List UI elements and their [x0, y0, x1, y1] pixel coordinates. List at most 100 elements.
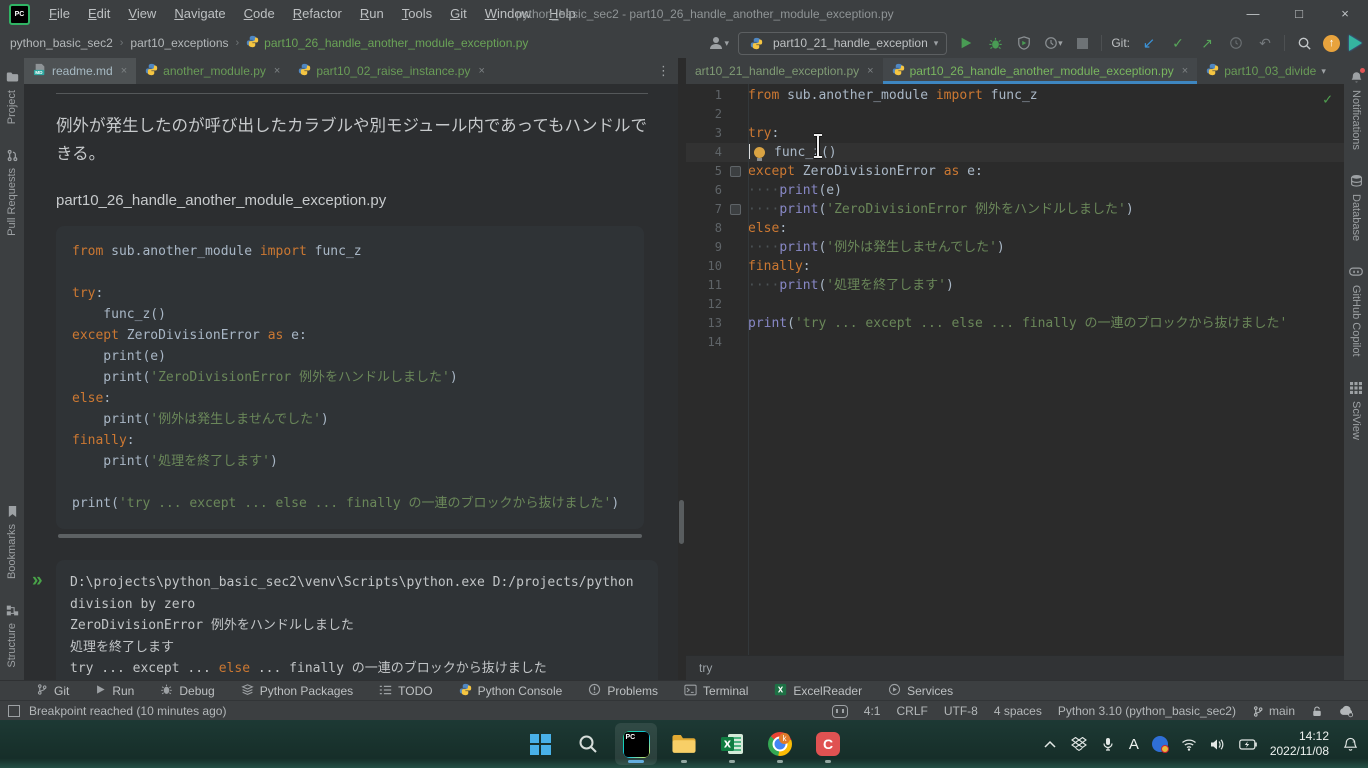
fold-marker-icon[interactable]	[730, 166, 741, 177]
tab-options-icon[interactable]: ⋮	[649, 58, 678, 84]
tray-chevron-icon[interactable]	[1042, 740, 1058, 748]
breadcrumb-item[interactable]: python_basic_sec2	[10, 36, 113, 50]
tool-strip-item-github-copilot[interactable]: GitHub Copilot	[1349, 265, 1363, 357]
tool-strip-item-bookmarks[interactable]: Bookmarks	[5, 504, 19, 579]
tab-close-icon[interactable]: ×	[274, 65, 280, 77]
editor-line[interactable]: 11····print('処理を終了します')	[686, 276, 1344, 295]
markdown-preview[interactable]: 例外が発生したのが呼び出したカラブルや別モジュール内であってもハンドルできる。 …	[24, 84, 678, 680]
menu-tools[interactable]: Tools	[393, 0, 441, 28]
dropbox-icon[interactable]	[1071, 737, 1087, 751]
toolwindow-excelreader[interactable]: ExcelReader	[774, 683, 862, 699]
tab-part10-26-handle-another-module-exception-py[interactable]: part10_26_handle_another_module_exceptio…	[883, 58, 1198, 84]
interpreter-widget[interactable]: Python 3.10 (python_basic_sec2)	[1058, 704, 1236, 718]
editor-line[interactable]: 9····print('例外は発生しませんでした')	[686, 238, 1344, 257]
tool-strip-item-sciview[interactable]: SciView	[1349, 381, 1363, 440]
toolwindow-python-packages[interactable]: Python Packages	[241, 683, 353, 699]
toolwindow-debug[interactable]: Debug	[160, 683, 214, 699]
editor-breadcrumb-item[interactable]: try	[699, 661, 712, 675]
close-button[interactable]: ×	[1322, 0, 1368, 28]
volume-icon[interactable]	[1210, 738, 1226, 751]
editor-line[interactable]: 8else:	[686, 219, 1344, 238]
blue-app-icon[interactable]	[1152, 736, 1168, 752]
taskbar-search-icon[interactable]	[567, 723, 609, 765]
indent-widget[interactable]: 4 spaces	[994, 704, 1042, 718]
ide-update-badge[interactable]: ↑	[1323, 35, 1340, 52]
editor-line[interactable]: 10finally:	[686, 257, 1344, 276]
menu-navigate[interactable]: Navigate	[165, 0, 234, 28]
code-editor[interactable]: 1from sub.another_module import func_z2 …	[686, 84, 1344, 656]
tool-strip-item-pull-requests[interactable]: Pull Requests	[5, 148, 19, 236]
tool-strip-item-database[interactable]: Database	[1349, 174, 1363, 241]
menu-git[interactable]: Git	[441, 0, 476, 28]
preview-vscrollbar[interactable]	[679, 500, 684, 544]
menu-refactor[interactable]: Refactor	[284, 0, 351, 28]
editor-line[interactable]: 14	[686, 333, 1344, 352]
tab-close-icon[interactable]: ×	[867, 65, 873, 77]
taskbar-excel-icon[interactable]	[711, 723, 753, 765]
taskbar-start-icon[interactable]	[519, 723, 561, 765]
menu-run[interactable]: Run	[351, 0, 393, 28]
tab-part10-02-raise-instance-py[interactable]: part10_02_raise_instance.py×	[289, 58, 494, 84]
breadcrumb-item[interactable]: part10_26_handle_another_module_exceptio…	[246, 35, 528, 51]
commit-button[interactable]: ✓	[1168, 32, 1188, 54]
code-with-me-button[interactable]	[1349, 35, 1362, 51]
toolwindow-run[interactable]: Run	[95, 684, 134, 698]
inspection-ok-icon[interactable]: ✓	[1323, 90, 1332, 108]
run-button[interactable]	[956, 32, 976, 54]
taskbar-explorer-icon[interactable]	[663, 723, 705, 765]
editor-line[interactable]: 1from sub.another_module import func_z	[686, 86, 1344, 105]
menu-view[interactable]: View	[119, 0, 165, 28]
editor-line[interactable]: 4func_z()	[686, 143, 1344, 162]
battery-icon[interactable]	[1239, 739, 1257, 750]
tool-strip-item-project[interactable]: Project	[5, 70, 19, 124]
toolwindow-todo[interactable]: TODO	[379, 684, 432, 699]
tab-close-icon[interactable]: ×	[121, 65, 127, 77]
copilot-status-icon[interactable]	[832, 705, 848, 718]
breadcrumb-item[interactable]: part10_exceptions	[130, 36, 228, 50]
taskbar-chrome-icon[interactable]: k	[759, 723, 801, 765]
pane-splitter[interactable]	[678, 58, 686, 680]
taskbar-camtasia-icon[interactable]: C	[807, 723, 849, 765]
tab-options-icon[interactable]: ⋮	[1335, 58, 1344, 84]
rollback-button[interactable]: ↶	[1255, 32, 1275, 54]
tab-art10-21-handle-exception-py[interactable]: art10_21_handle_exception.py×	[686, 58, 883, 84]
pycharm-logo-icon[interactable]: PC	[9, 4, 30, 25]
git-branch-widget[interactable]: main	[1252, 704, 1295, 718]
history-button[interactable]	[1226, 32, 1246, 54]
tool-strip-item-notifications[interactable]: Notifications	[1349, 70, 1363, 150]
tab-close-icon[interactable]: ×	[1182, 65, 1188, 77]
line-ending-widget[interactable]: CRLF	[896, 704, 927, 718]
encoding-widget[interactable]: UTF-8	[944, 704, 978, 718]
push-button[interactable]: ↗	[1197, 32, 1217, 54]
menu-code[interactable]: Code	[235, 0, 284, 28]
editor-line[interactable]: 6····print(e)	[686, 181, 1344, 200]
editor-line[interactable]: 7····print('ZeroDivisionError 例外をハンドルしまし…	[686, 200, 1344, 219]
clock[interactable]: 14:12 2022/11/08	[1270, 729, 1329, 759]
stop-button[interactable]	[1072, 32, 1092, 54]
taskbar-pycharm-icon[interactable]: PC	[615, 723, 657, 765]
code-block-hscrollbar[interactable]	[58, 534, 642, 538]
caret-position-widget[interactable]: 4:1	[864, 704, 881, 718]
menu-file[interactable]: File	[40, 0, 79, 28]
ime-indicator[interactable]: A	[1129, 736, 1139, 753]
minimize-button[interactable]: —	[1230, 0, 1276, 28]
update-project-button[interactable]: ↙	[1139, 32, 1159, 54]
notifications-gear-icon[interactable]	[1339, 705, 1354, 718]
search-everywhere-button[interactable]	[1294, 32, 1314, 54]
tab-readme-md[interactable]: MDreadme.md×	[24, 58, 136, 84]
fold-marker-icon[interactable]	[730, 204, 741, 215]
editor-line[interactable]: 5except ZeroDivisionError as e:	[686, 162, 1344, 181]
intention-bulb-icon[interactable]	[754, 147, 765, 158]
tool-strip-item-structure[interactable]: Structure	[5, 603, 19, 668]
status-message-area[interactable]: Breakpoint reached (10 minutes ago)	[0, 704, 226, 718]
editor-line[interactable]: 12	[686, 295, 1344, 314]
tab-close-icon[interactable]: ×	[478, 65, 484, 77]
toolwindow-problems[interactable]: Problems	[588, 683, 658, 699]
editor-line[interactable]: 2	[686, 105, 1344, 124]
tab-part10-03-divide[interactable]: part10_03_divide▾	[1197, 58, 1335, 84]
editor-line[interactable]: 13print('try ... except ... else ... fin…	[686, 314, 1344, 333]
microphone-icon[interactable]	[1100, 737, 1116, 752]
toolwindow-terminal[interactable]: Terminal	[684, 684, 748, 699]
toolwindow-git[interactable]: Git	[36, 683, 69, 699]
notification-bell-icon[interactable]: z	[1342, 737, 1358, 752]
